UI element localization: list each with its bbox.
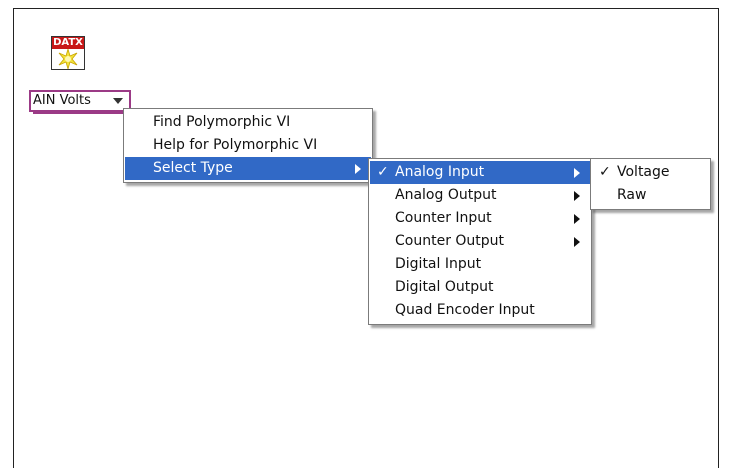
menu-item-label: Analog Input bbox=[395, 164, 485, 180]
menu-item-raw[interactable]: Raw bbox=[592, 184, 709, 207]
menu-item-label: Help for Polymorphic VI bbox=[153, 137, 318, 153]
menu-item-find-polymorphic-vi[interactable]: Find Polymorphic VI bbox=[125, 111, 371, 134]
menu-item-label: Counter Input bbox=[395, 210, 492, 226]
menu-item-label: Counter Output bbox=[395, 233, 505, 249]
polymorphic-context-menu: Find Polymorphic VI Help for Polymorphic… bbox=[123, 108, 373, 183]
menu-item-label: Analog Output bbox=[395, 187, 497, 203]
analog-input-submenu: ✓ Voltage Raw bbox=[590, 158, 711, 210]
datx-vi-icon[interactable]: DATX bbox=[51, 36, 85, 70]
menu-item-label: Raw bbox=[617, 187, 647, 203]
submenu-arrow-icon bbox=[574, 237, 580, 247]
menu-item-counter-input[interactable]: Counter Input bbox=[370, 207, 590, 230]
menu-item-select-type[interactable]: Select Type bbox=[125, 157, 371, 180]
menu-item-label: Quad Encoder Input bbox=[395, 302, 535, 318]
menu-item-label: Select Type bbox=[153, 160, 233, 176]
polymorphic-selector-value: AIN Volts bbox=[33, 93, 91, 108]
submenu-arrow-icon bbox=[355, 164, 361, 174]
menu-item-analog-input[interactable]: ✓ Analog Input bbox=[370, 161, 590, 184]
menu-item-analog-output[interactable]: Analog Output bbox=[370, 184, 590, 207]
menu-item-voltage[interactable]: ✓ Voltage bbox=[592, 161, 709, 184]
menu-item-label: Digital Input bbox=[395, 256, 482, 272]
polymorphic-selector[interactable]: AIN Volts bbox=[29, 90, 131, 112]
select-type-submenu: ✓ Analog Input Analog Output Counter Inp… bbox=[368, 158, 592, 325]
menu-item-help-polymorphic-vi[interactable]: Help for Polymorphic VI bbox=[125, 134, 371, 157]
menu-item-digital-input[interactable]: Digital Input bbox=[370, 253, 590, 276]
menu-item-label: Voltage bbox=[617, 164, 670, 180]
menu-item-label: Find Polymorphic VI bbox=[153, 114, 291, 130]
submenu-arrow-icon bbox=[574, 168, 580, 178]
checkmark-icon: ✓ bbox=[599, 164, 611, 180]
selector-shadow bbox=[33, 112, 133, 114]
dropdown-arrow-icon bbox=[113, 98, 123, 104]
vi-icon-banner: DATX bbox=[52, 37, 84, 49]
block-diagram-canvas[interactable] bbox=[13, 8, 719, 468]
starburst-icon bbox=[58, 49, 78, 69]
menu-item-digital-output[interactable]: Digital Output bbox=[370, 276, 590, 299]
checkmark-icon: ✓ bbox=[377, 164, 389, 180]
submenu-arrow-icon bbox=[574, 191, 580, 201]
menu-item-quad-encoder-input[interactable]: Quad Encoder Input bbox=[370, 299, 590, 322]
submenu-arrow-icon bbox=[574, 214, 580, 224]
menu-item-counter-output[interactable]: Counter Output bbox=[370, 230, 590, 253]
menu-item-label: Digital Output bbox=[395, 279, 494, 295]
